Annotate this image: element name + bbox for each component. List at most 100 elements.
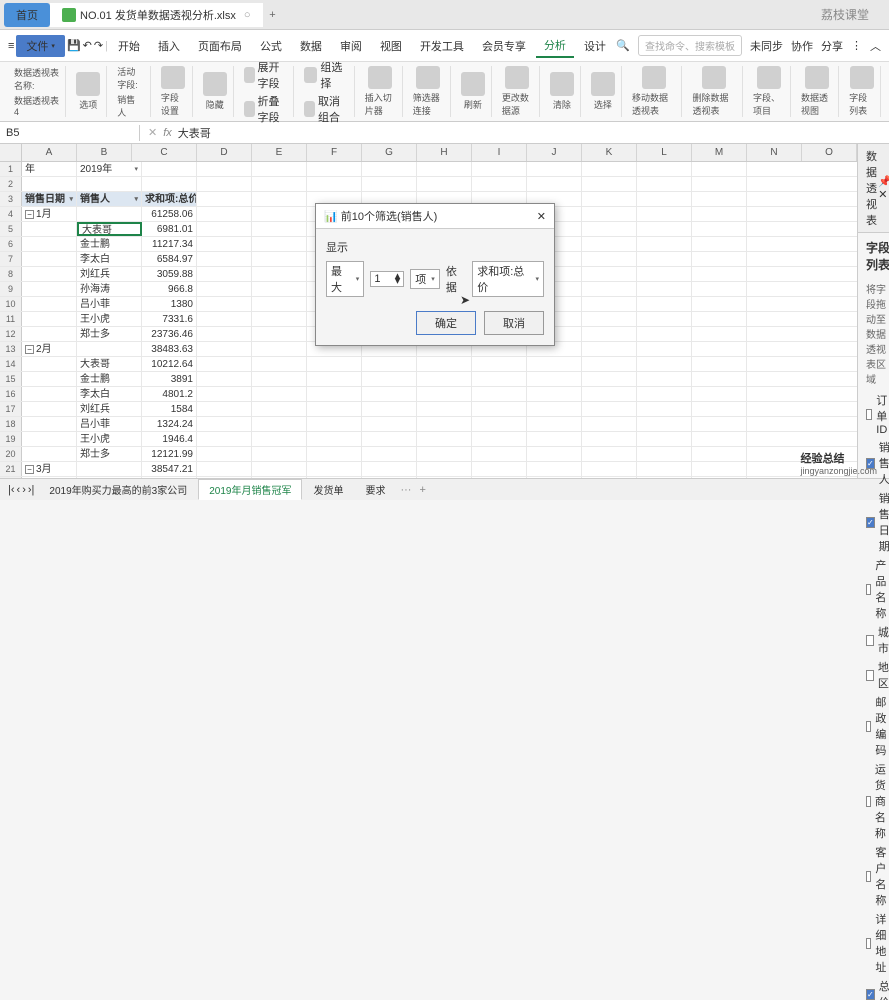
- cell[interactable]: [692, 342, 747, 356]
- cell[interactable]: [197, 432, 252, 446]
- cell[interactable]: [362, 387, 417, 401]
- cell[interactable]: [307, 372, 362, 386]
- cell[interactable]: [307, 357, 362, 371]
- menu-开始[interactable]: 开始: [110, 35, 148, 57]
- cell[interactable]: [527, 402, 582, 416]
- cell[interactable]: [582, 477, 637, 478]
- row-number[interactable]: 8: [0, 267, 22, 281]
- cell[interactable]: 孙海涛: [77, 282, 142, 296]
- col-header-M[interactable]: M: [692, 144, 747, 161]
- cell[interactable]: [362, 447, 417, 461]
- cell[interactable]: 李太白: [77, 387, 142, 401]
- cell[interactable]: 1584: [142, 402, 197, 416]
- cell[interactable]: [582, 447, 637, 461]
- row-number[interactable]: 18: [0, 417, 22, 431]
- cell[interactable]: [22, 312, 77, 326]
- menu-开发工具[interactable]: 开发工具: [412, 35, 472, 57]
- item-select[interactable]: 项: [410, 269, 440, 289]
- cell[interactable]: [472, 162, 527, 176]
- cell[interactable]: [142, 177, 197, 191]
- cell[interactable]: 王小虎: [77, 312, 142, 326]
- col-header-H[interactable]: H: [417, 144, 472, 161]
- cell[interactable]: 12121.99: [142, 447, 197, 461]
- checkbox[interactable]: [866, 409, 872, 420]
- field-item[interactable]: ✓总价: [866, 978, 889, 1000]
- ribbon-pivotchart[interactable]: 数据透视图: [795, 66, 839, 117]
- cell[interactable]: [692, 447, 747, 461]
- cell[interactable]: [197, 237, 252, 251]
- cell[interactable]: [197, 372, 252, 386]
- cell[interactable]: 销售日期: [22, 192, 77, 206]
- cell[interactable]: [637, 372, 692, 386]
- cell[interactable]: [197, 207, 252, 221]
- cell[interactable]: [362, 417, 417, 431]
- field-item[interactable]: 详细地址: [866, 911, 889, 975]
- cell[interactable]: [362, 162, 417, 176]
- ribbon-field-settings[interactable]: 字段设置: [155, 66, 193, 117]
- cell[interactable]: [77, 207, 142, 221]
- cell[interactable]: [582, 282, 637, 296]
- cell[interactable]: [637, 477, 692, 478]
- cell[interactable]: 23736.46: [142, 327, 197, 341]
- cell[interactable]: [77, 462, 142, 476]
- cancel-formula-icon[interactable]: ✕: [148, 126, 157, 139]
- cell[interactable]: [692, 237, 747, 251]
- checkbox[interactable]: [866, 938, 871, 949]
- cell[interactable]: 11217.34: [142, 237, 197, 251]
- cell[interactable]: [582, 417, 637, 431]
- cell[interactable]: [582, 372, 637, 386]
- cell[interactable]: [197, 297, 252, 311]
- ribbon-move[interactable]: 移动数据透视表: [626, 66, 683, 117]
- ribbon-fields-items[interactable]: 字段、项目: [747, 66, 791, 117]
- menu-数据[interactable]: 数据: [292, 35, 330, 57]
- cell[interactable]: 大表哥: [77, 477, 142, 478]
- cell[interactable]: [692, 267, 747, 281]
- cell[interactable]: [472, 462, 527, 476]
- ribbon-filter-conn[interactable]: 筛选器连接: [407, 66, 451, 117]
- cell[interactable]: [252, 477, 307, 478]
- cell[interactable]: [22, 372, 77, 386]
- cell[interactable]: [252, 282, 307, 296]
- checkbox[interactable]: [866, 871, 871, 882]
- save-icon[interactable]: 💾: [67, 39, 81, 52]
- checkbox[interactable]: [866, 584, 871, 595]
- menu-插入[interactable]: 插入: [150, 35, 188, 57]
- cell[interactable]: 10212.64: [142, 357, 197, 371]
- cell[interactable]: [637, 297, 692, 311]
- cell[interactable]: [252, 162, 307, 176]
- cell[interactable]: [472, 477, 527, 478]
- cell[interactable]: [582, 252, 637, 266]
- col-header-C[interactable]: C: [132, 144, 197, 161]
- cell[interactable]: [417, 372, 472, 386]
- cell[interactable]: 3891: [142, 372, 197, 386]
- cell[interactable]: 1324.24: [142, 417, 197, 431]
- ribbon-select[interactable]: 选择: [585, 66, 622, 117]
- cell[interactable]: [527, 432, 582, 446]
- col-header-A[interactable]: A: [22, 144, 77, 161]
- cell[interactable]: [582, 162, 637, 176]
- row-number[interactable]: 1: [0, 162, 22, 176]
- ribbon-hide[interactable]: 隐藏: [197, 66, 234, 117]
- cell[interactable]: [307, 432, 362, 446]
- cell[interactable]: [527, 162, 582, 176]
- cell[interactable]: 38547.21: [142, 462, 197, 476]
- col-header-J[interactable]: J: [527, 144, 582, 161]
- tab-close-icon[interactable]: ○: [244, 9, 251, 21]
- field-item[interactable]: 运货商名称: [866, 761, 889, 841]
- cell[interactable]: [362, 357, 417, 371]
- ribbon-refresh[interactable]: 刷新: [455, 66, 492, 117]
- cell[interactable]: [637, 417, 692, 431]
- cell[interactable]: 李太白: [77, 252, 142, 266]
- cell[interactable]: [197, 402, 252, 416]
- row-number[interactable]: 21: [0, 462, 22, 476]
- cell[interactable]: [692, 282, 747, 296]
- cell[interactable]: [527, 357, 582, 371]
- cell[interactable]: [637, 162, 692, 176]
- cell[interactable]: 6584.97: [142, 252, 197, 266]
- row-number[interactable]: 20: [0, 447, 22, 461]
- count-input[interactable]: 1▴▾: [370, 271, 404, 287]
- checkbox[interactable]: ✓: [866, 989, 875, 1000]
- cell[interactable]: [197, 267, 252, 281]
- cell[interactable]: [582, 177, 637, 191]
- undo-icon[interactable]: ↶: [83, 39, 92, 52]
